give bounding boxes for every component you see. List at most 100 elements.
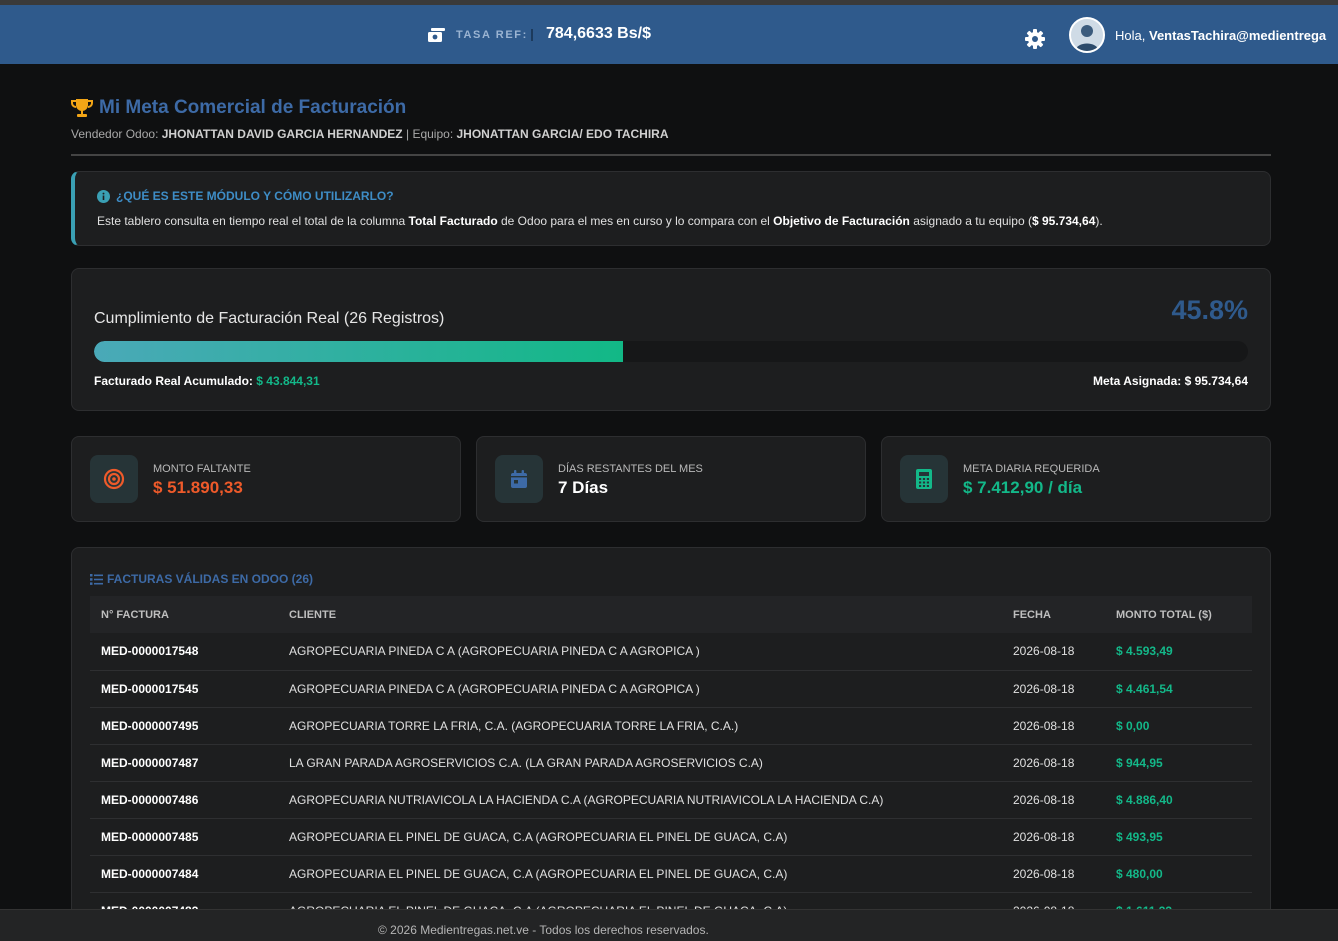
- client-name: AGROPECUARIA PINEDA C A (AGROPECUARIA PI…: [278, 670, 1002, 708]
- progress-bar: [94, 341, 1248, 362]
- gear-icon[interactable]: [1024, 28, 1046, 50]
- calendar-icon: [511, 470, 527, 488]
- user-greeting: Hola, VentasTachira@medientrega: [1115, 28, 1326, 43]
- list-icon: [90, 573, 103, 585]
- info-text-part: asignado a tu equipo (: [913, 214, 1032, 228]
- billed-total: Facturado Real Acumulado: $ 43.844,31: [94, 374, 320, 388]
- billed-total-label: Facturado Real Acumulado:: [94, 374, 253, 388]
- target-icon: [103, 468, 125, 490]
- info-text-part: Este tablero consulta en tiempo real el …: [97, 214, 406, 228]
- divider: [71, 154, 1271, 156]
- invoice-amount: $ 4.886,40: [1105, 781, 1252, 819]
- column-header[interactable]: FECHA: [1002, 596, 1105, 633]
- invoice-date: 2026-08-18: [1002, 670, 1105, 708]
- table-row[interactable]: MED-0000007486 AGROPECUARIA NUTRIAVICOLA …: [90, 781, 1252, 819]
- table-row[interactable]: MED-0000017545 AGROPECUARIA PINEDA C A (A…: [90, 670, 1252, 708]
- info-bold-part: Total Facturado: [408, 214, 498, 228]
- invoice-amount: $ 944,95: [1105, 744, 1252, 782]
- greeting-text: Hola,: [1115, 28, 1146, 43]
- table-row[interactable]: MED-0000007495 AGROPECUARIA TORRE LA FRIA…: [90, 707, 1252, 745]
- column-header[interactable]: CLIENTE: [278, 596, 1002, 633]
- info-text-part: ).: [1095, 214, 1103, 228]
- invoice-amount: $ 4.593,49: [1105, 633, 1252, 671]
- page-title: Mi Meta Comercial de Facturación: [71, 97, 406, 119]
- info-heading: ¿QUÉ ES ESTE MÓDULO Y CÓMO UTILIZARLO?: [97, 189, 394, 203]
- billed-total-value: $ 43.844,31: [256, 374, 320, 388]
- page-title-text: Mi Meta Comercial de Facturación: [99, 97, 407, 118]
- table-row[interactable]: MED-0000007485 AGROPECUARIA EL PINEL DE G…: [90, 818, 1252, 856]
- kpi-daily-goal: META DIARIA REQUERIDA $ 7.412,90 / día: [881, 436, 1271, 522]
- rate-value: 784,6633 Bs/$: [546, 25, 651, 42]
- invoice-amount: $ 493,95: [1105, 818, 1252, 856]
- kpi-label: DÍAS RESTANTES DEL MES: [558, 463, 703, 475]
- invoice-number: MED-0000007495: [90, 707, 278, 745]
- kpi-label: META DIARIA REQUERIDA: [963, 463, 1100, 475]
- kpi-value: 7 Días: [558, 478, 609, 497]
- avatar[interactable]: [1069, 17, 1105, 53]
- invoice-date: 2026-08-18: [1002, 855, 1105, 893]
- rate-label: TASA REF:: [456, 29, 528, 41]
- column-header[interactable]: MONTO TOTAL ($): [1105, 596, 1252, 633]
- invoices-heading: FACTURAS VÁLIDAS EN ODOO (26): [90, 572, 313, 586]
- vendor-team-separator: |: [405, 127, 410, 141]
- money-icon: [428, 28, 445, 42]
- invoices-card: FACTURAS VÁLIDAS EN ODOO (26) N° FACTURA…: [71, 547, 1271, 927]
- invoice-date: 2026-08-18: [1002, 744, 1105, 782]
- kpi-icon-box: [495, 455, 543, 503]
- info-text-part: de Odoo para el mes en curso y lo compar…: [501, 214, 770, 228]
- progress-percent: 45.8%: [1171, 295, 1248, 325]
- invoice-number: MED-0000007484: [90, 855, 278, 893]
- client-name: AGROPECUARIA TORRE LA FRIA, C.A. (AGROPE…: [278, 707, 1002, 745]
- invoice-date: 2026-08-18: [1002, 781, 1105, 819]
- table-row[interactable]: MED-0000017548 AGROPECUARIA PINEDA C A (A…: [90, 633, 1252, 671]
- invoice-number: MED-0000017545: [90, 670, 278, 708]
- invoice-number: MED-0000007485: [90, 818, 278, 856]
- invoice-number: MED-0000017548: [90, 633, 278, 671]
- calculator-icon: [916, 469, 932, 489]
- info-heading-text: ¿QUÉ ES ESTE MÓDULO Y CÓMO UTILIZARLO?: [116, 189, 394, 203]
- vendor-name: JHONATTAN DAVID GARCIA HERNANDEZ: [161, 127, 403, 141]
- invoices-heading-text: FACTURAS VÁLIDAS EN ODOO (26): [107, 572, 314, 586]
- client-name: LA GRAN PARADA AGROSERVICIOS C.A. (LA GR…: [278, 744, 1002, 782]
- assigned-goal: Meta Asignada: $ 95.734,64: [1093, 374, 1248, 388]
- invoices-table: N° FACTURA CLIENTE FECHA MONTO TOTAL ($)…: [90, 596, 1252, 926]
- info-bold-part: $ 95.734,64: [1031, 214, 1096, 228]
- info-description: Este tablero consulta en tiempo real el …: [97, 214, 1103, 228]
- client-name: AGROPECUARIA EL PINEL DE GUACA, C.A (AGR…: [278, 818, 1002, 856]
- kpi-icon-box: [90, 455, 138, 503]
- table-row[interactable]: MED-0000007484 AGROPECUARIA EL PINEL DE G…: [90, 855, 1252, 893]
- client-name: AGROPECUARIA EL PINEL DE GUACA, C.A (AGR…: [278, 855, 1002, 893]
- invoice-amount: $ 480,00: [1105, 855, 1252, 893]
- top-navbar: TASA REF: 784,6633 Bs/$ Hola, VentasTach…: [0, 5, 1338, 64]
- table-row[interactable]: MED-0000007487 LA GRAN PARADA AGROSERVICI…: [90, 744, 1252, 782]
- trophy-icon: [71, 99, 93, 117]
- footer: © 2026 Medientregas.net.ve - Todos los d…: [0, 909, 1338, 941]
- team-name: JHONATTAN GARCIA/ EDO TACHIRA: [456, 127, 669, 141]
- progress-bar-fill: [94, 341, 623, 362]
- info-alert: ¿QUÉ ES ESTE MÓDULO Y CÓMO UTILIZARLO? E…: [71, 171, 1271, 246]
- invoice-amount: $ 0,00: [1105, 707, 1252, 745]
- info-bold-part: Objetivo de Facturación: [773, 214, 910, 228]
- client-name: AGROPECUARIA PINEDA C A (AGROPECUARIA PI…: [278, 633, 1002, 671]
- rate-divider: [531, 29, 533, 41]
- invoice-date: 2026-08-18: [1002, 818, 1105, 856]
- kpi-icon-box: [900, 455, 948, 503]
- vendor-info: Vendedor Odoo: JHONATTAN DAVID GARCIA HE…: [71, 127, 669, 141]
- info-icon: [97, 189, 110, 203]
- table-body: MED-0000017548 AGROPECUARIA PINEDA C A (A…: [90, 633, 1252, 926]
- kpi-days-remaining: DÍAS RESTANTES DEL MES 7 Días: [476, 436, 866, 522]
- user-avatar-icon: [1071, 19, 1103, 51]
- kpi-missing-amount: MONTO FALTANTE $ 51.890,33: [71, 436, 461, 522]
- client-name: AGROPECUARIA NUTRIAVICOLA LA HACIENDA C.…: [278, 781, 1002, 819]
- kpi-label: MONTO FALTANTE: [153, 463, 251, 475]
- progress-title: Cumplimiento de Facturación Real (26 Reg…: [94, 310, 445, 327]
- invoice-amount: $ 4.461,54: [1105, 670, 1252, 708]
- invoice-date: 2026-08-18: [1002, 707, 1105, 745]
- kpi-value: $ 7.412,90 / día: [963, 478, 1083, 497]
- footer-copyright: © 2026 Medientregas.net.ve - Todos los d…: [378, 923, 709, 937]
- column-header[interactable]: N° FACTURA: [90, 596, 278, 633]
- assigned-goal-value: $ 95.734,64: [1184, 374, 1248, 388]
- team-label: Equipo:: [412, 127, 454, 141]
- username[interactable]: VentasTachira@medientrega: [1149, 28, 1326, 43]
- assigned-goal-label: Meta Asignada:: [1093, 374, 1182, 388]
